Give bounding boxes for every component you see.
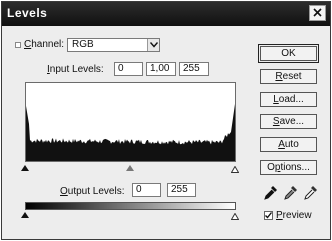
input-gamma-field[interactable]: 1,00 bbox=[146, 62, 176, 76]
channel-value: RGB bbox=[72, 39, 94, 50]
output-black-field[interactable]: 0 bbox=[132, 183, 161, 197]
options-button[interactable]: Options... bbox=[260, 160, 317, 175]
reset-button[interactable]: Reset bbox=[260, 69, 317, 84]
output-black-slider[interactable] bbox=[21, 212, 29, 218]
input-black-field[interactable]: 0 bbox=[114, 62, 143, 76]
close-button[interactable] bbox=[309, 5, 326, 21]
checkmark-icon bbox=[265, 212, 273, 219]
input-white-slider[interactable] bbox=[230, 165, 240, 173]
input-white-field[interactable]: 255 bbox=[179, 62, 209, 76]
channel-dropdown-button[interactable] bbox=[147, 39, 159, 51]
auto-button[interactable]: Auto bbox=[260, 137, 317, 152]
black-point-eyedropper-icon bbox=[264, 186, 277, 200]
input-gamma-slider[interactable] bbox=[126, 165, 134, 171]
group-corner bbox=[15, 42, 21, 48]
input-levels-label: Input Levels: bbox=[47, 64, 104, 75]
levels-dialog: Levels Channel: RGB Input Levels: 0 1,00… bbox=[1, 1, 331, 240]
output-white-field[interactable]: 255 bbox=[167, 183, 196, 197]
channel-select[interactable]: RGB bbox=[67, 38, 160, 52]
title-bar[interactable]: Levels bbox=[2, 2, 330, 26]
white-point-eyedropper-icon bbox=[304, 186, 317, 200]
black-point-eyedropper[interactable] bbox=[264, 185, 278, 201]
preview-checkbox[interactable] bbox=[264, 211, 273, 220]
histogram bbox=[25, 82, 236, 162]
histogram-shape bbox=[26, 104, 235, 161]
chevron-down-icon bbox=[150, 42, 158, 48]
output-white-slider[interactable] bbox=[230, 212, 240, 220]
close-icon bbox=[313, 8, 322, 17]
white-point-eyedropper[interactable] bbox=[304, 185, 318, 201]
window-title: Levels bbox=[7, 6, 48, 20]
output-levels-label: Output Levels: bbox=[60, 186, 125, 197]
ok-button[interactable]: OK bbox=[258, 44, 319, 63]
load-button[interactable]: Load... bbox=[260, 92, 317, 107]
output-gradient-bar bbox=[25, 202, 236, 210]
gray-point-eyedropper[interactable] bbox=[284, 185, 298, 201]
gray-point-eyedropper-icon bbox=[284, 186, 297, 200]
preview-label: Preview bbox=[276, 210, 312, 221]
channel-label: Channel: bbox=[24, 39, 65, 50]
save-button[interactable]: Save... bbox=[260, 114, 317, 129]
input-black-slider[interactable] bbox=[21, 165, 29, 171]
